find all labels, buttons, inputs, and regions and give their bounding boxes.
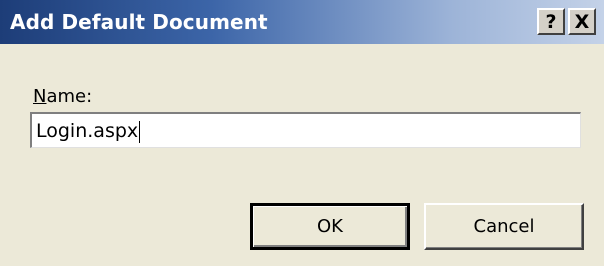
- text-caret: [139, 120, 141, 143]
- help-button[interactable]: ?: [537, 8, 565, 35]
- title-bar[interactable]: Add Default Document ? X: [0, 0, 604, 44]
- add-default-document-dialog: Add Default Document ? X Name: Login.asp…: [0, 0, 604, 266]
- name-label-text: ame:: [46, 86, 93, 107]
- window-title: Add Default Document: [10, 10, 268, 34]
- cancel-button[interactable]: Cancel: [424, 203, 584, 250]
- close-button[interactable]: X: [568, 8, 596, 35]
- ok-button-label: OK: [317, 216, 343, 237]
- name-label-accelerator: N: [33, 86, 47, 107]
- ok-button[interactable]: OK: [250, 203, 410, 250]
- close-icon: X: [574, 10, 590, 33]
- cancel-button-label: Cancel: [473, 216, 535, 237]
- name-input-value: Login.aspx: [36, 120, 139, 142]
- name-input[interactable]: Login.aspx: [30, 112, 581, 148]
- name-label: Name:: [33, 86, 92, 107]
- help-icon: ?: [545, 10, 557, 33]
